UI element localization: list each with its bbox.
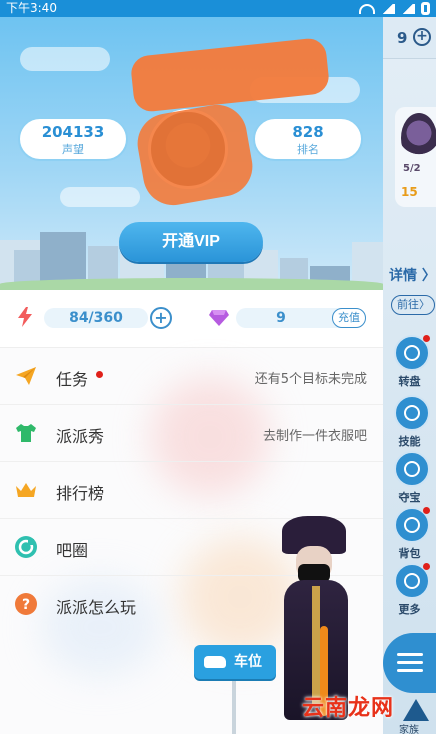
wheel-icon bbox=[404, 345, 420, 361]
reputation-pill[interactable]: 204133 声望 bbox=[18, 117, 128, 161]
menu-status: 还有5个目标未完成 bbox=[254, 372, 367, 387]
diamond-icon bbox=[209, 310, 229, 326]
paper-plane-icon bbox=[16, 367, 36, 385]
gem-count: 9 bbox=[276, 310, 286, 326]
battery-icon bbox=[421, 2, 430, 15]
hamburger-menu-button[interactable] bbox=[383, 633, 436, 693]
signal-icon bbox=[381, 3, 395, 14]
wheel-label: 转盘 bbox=[398, 375, 421, 388]
greenery bbox=[0, 278, 383, 290]
signal-icon-2 bbox=[401, 3, 415, 14]
parking-button[interactable]: 车位 bbox=[194, 645, 276, 679]
notification-dot bbox=[423, 563, 430, 570]
more-icon bbox=[404, 573, 420, 589]
circle-refresh-icon bbox=[15, 536, 37, 558]
menu-status: 去制作一件衣服吧 bbox=[262, 429, 367, 444]
question-icon: ? bbox=[15, 593, 37, 615]
backpack-button[interactable] bbox=[394, 507, 430, 543]
goto-button[interactable]: 前往〉 bbox=[391, 295, 435, 315]
treasure-label: 夺宝 bbox=[398, 491, 421, 504]
right-panel-add-button[interactable]: + bbox=[413, 28, 431, 46]
family-icon[interactable] bbox=[403, 699, 429, 721]
family-label: 家族 bbox=[399, 725, 419, 734]
wifi-icon bbox=[359, 3, 375, 14]
vip-button[interactable]: 开通VIP bbox=[119, 222, 263, 262]
resources-row: 84/360 + 9 充值 bbox=[0, 290, 383, 348]
backpack-label: 背包 bbox=[398, 547, 421, 560]
notification-dot bbox=[423, 507, 430, 514]
status-icons bbox=[359, 0, 430, 17]
notification-dot bbox=[96, 371, 103, 378]
wheel-button[interactable] bbox=[394, 335, 430, 371]
status-time: 下午3:40 bbox=[6, 1, 57, 15]
reputation-value: 204133 bbox=[41, 123, 105, 141]
reputation-label: 声望 bbox=[62, 143, 84, 156]
menu-title: 派派秀 bbox=[56, 427, 105, 446]
svg-text:?: ? bbox=[22, 597, 30, 613]
cloud bbox=[60, 187, 140, 207]
redacted-avatar bbox=[132, 100, 258, 210]
right-panel-topbar: 9 + bbox=[383, 17, 436, 59]
menu-icon bbox=[397, 653, 423, 656]
game-background-panel: 9 + 5/2 15 详情 〉 前往〉 转盘 技能 夺宝 背包 更多 家族 bbox=[383, 17, 436, 734]
menu-item-paipai-show[interactable]: 派派秀 去制作一件衣服吧 bbox=[0, 405, 383, 462]
energy-value: 84/360 bbox=[44, 308, 148, 328]
crown-icon bbox=[16, 483, 36, 497]
menu-item-leaderboard[interactable]: 排行榜 bbox=[0, 462, 383, 519]
rank-value: 828 bbox=[292, 123, 324, 141]
lightning-icon bbox=[18, 307, 32, 327]
right-panel-avatar-card[interactable]: 5/2 15 bbox=[395, 107, 436, 207]
menu-title: 任务 bbox=[56, 370, 89, 389]
recharge-button[interactable]: 充值 bbox=[332, 308, 366, 328]
menu-item-tasks[interactable]: 任务 还有5个目标未完成 bbox=[0, 348, 383, 405]
gem-icon bbox=[404, 461, 420, 477]
watermark: 云南龙网 bbox=[302, 696, 395, 721]
menu-title: 派派怎么玩 bbox=[56, 598, 137, 617]
car-icon bbox=[204, 656, 226, 668]
character-thumbnail bbox=[401, 113, 436, 163]
treasure-button[interactable] bbox=[394, 451, 430, 487]
parking-label: 车位 bbox=[234, 654, 262, 670]
star-icon bbox=[404, 405, 420, 421]
right-panel-count: 9 bbox=[397, 29, 408, 47]
bag-icon bbox=[404, 517, 420, 533]
rank-label: 排名 bbox=[297, 143, 319, 156]
notification-dot bbox=[423, 335, 430, 342]
skill-button[interactable] bbox=[394, 395, 430, 431]
skill-label: 技能 bbox=[398, 435, 421, 448]
menu-title: 吧圈 bbox=[56, 541, 89, 560]
add-energy-button[interactable]: + bbox=[150, 307, 172, 329]
profile-header: 204133 声望 828 排名 开通VIP bbox=[0, 17, 383, 290]
status-bar: 下午3:40 bbox=[0, 0, 436, 17]
right-panel-score: 5/2 bbox=[403, 163, 421, 174]
cloud bbox=[20, 47, 110, 71]
right-panel-coin: 15 bbox=[401, 185, 418, 199]
tshirt-icon bbox=[16, 424, 36, 442]
details-link[interactable]: 详情 〉 bbox=[389, 265, 436, 285]
more-button[interactable] bbox=[394, 563, 430, 599]
rank-pill[interactable]: 828 排名 bbox=[253, 117, 363, 161]
coat-trim bbox=[312, 586, 320, 706]
menu-title: 排行榜 bbox=[56, 484, 105, 503]
more-label: 更多 bbox=[398, 603, 421, 616]
parking-pole bbox=[232, 679, 236, 734]
